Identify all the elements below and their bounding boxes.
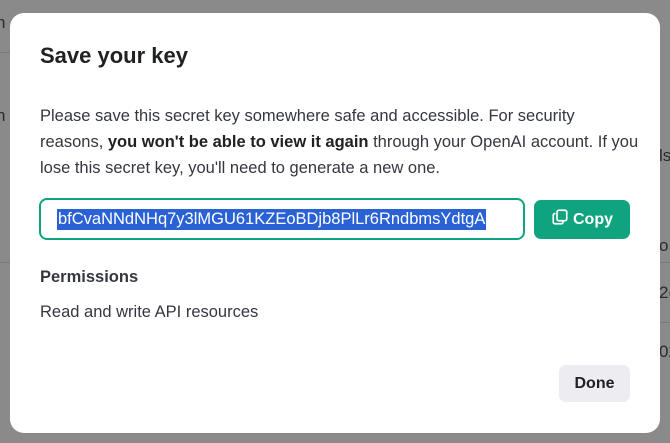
secret-key-value[interactable]: bfCvaNNdNHq7y3lMGU61KZEoBDjb8PlLr6Rndbms… [57, 208, 487, 230]
background-text-fragment: 02 [659, 342, 670, 361]
background-text-fragment: 2( [659, 283, 670, 302]
secret-key-field[interactable]: bfCvaNNdNHq7y3lMGU61KZEoBDjb8PlLr6Rndbms… [39, 198, 525, 240]
copy-button[interactable]: Copy [534, 200, 630, 239]
dialog-title: Save your key [40, 43, 188, 68]
description-emphasis: you won't be able to view it again [107, 133, 369, 151]
background-text-fragment: n [0, 13, 6, 32]
permissions-heading: Permissions [40, 268, 139, 286]
copy-icon [551, 208, 569, 231]
dialog-description: Please save this secret key somewhere sa… [40, 103, 640, 181]
save-key-dialog: Save your key Please save this secret ke… [10, 13, 660, 433]
background-divider [0, 262, 10, 263]
background-text-fragment: n [0, 106, 6, 125]
permissions-value: Read and write API resources [40, 303, 259, 321]
done-button[interactable]: Done [559, 365, 630, 402]
background-text-fragment: ls [659, 146, 670, 165]
copy-button-label: Copy [573, 210, 613, 228]
background-divider [0, 52, 10, 53]
background-divider [660, 322, 670, 323]
background-divider [660, 262, 670, 263]
background-text-fragment: o [659, 236, 669, 255]
